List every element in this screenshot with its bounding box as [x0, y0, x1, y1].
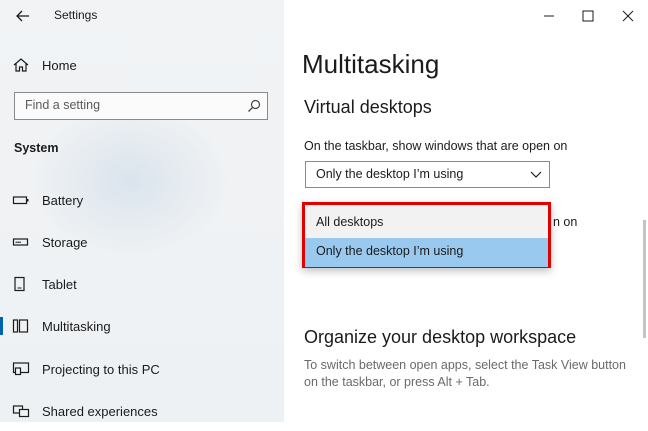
- storage-icon: [12, 238, 29, 246]
- sidebar-home-label: Home: [42, 57, 77, 73]
- sidebar-item-home[interactable]: Home: [0, 45, 284, 85]
- search-icon: [248, 99, 261, 112]
- back-button[interactable]: [12, 6, 34, 26]
- sidebar-item-projecting[interactable]: Projecting to this PC: [0, 349, 284, 389]
- section-title-virtual-desktops: Virtual desktops: [304, 97, 432, 117]
- partially-hidden-label: n on: [553, 215, 578, 229]
- back-arrow-icon: [16, 10, 29, 22]
- sidebar-item-label: Tablet: [42, 276, 77, 292]
- section-description: To switch between open apps, select the …: [304, 358, 626, 389]
- dropdown-selected-value: Only the desktop I’m using: [316, 167, 464, 181]
- sidebar-item-shared-experiences[interactable]: Shared experiences: [0, 391, 284, 431]
- sidebar-item-multitasking[interactable]: Multitasking: [0, 306, 284, 346]
- dropdown-menu: All desktops Only the desktop I’m using: [302, 202, 551, 268]
- sidebar: Settings Home Find a setting System Batt…: [0, 0, 284, 422]
- title-bar: Settings: [0, 0, 284, 32]
- scrollbar[interactable]: [643, 220, 646, 338]
- search-placeholder: Find a setting: [25, 98, 101, 112]
- multitasking-icon: [12, 319, 29, 333]
- sidebar-item-label: Storage: [42, 234, 88, 250]
- battery-icon: [12, 196, 29, 205]
- sidebar-item-label: Multitasking: [42, 318, 111, 334]
- sidebar-item-label: Battery: [42, 192, 84, 208]
- page-title: Multitasking: [302, 49, 440, 79]
- home-icon: [13, 58, 29, 72]
- sidebar-item-storage[interactable]: Storage: [0, 222, 284, 262]
- chevron-down-icon: [530, 171, 542, 178]
- close-icon: [622, 10, 634, 22]
- option-label: All desktops: [316, 215, 384, 229]
- shared-experiences-icon: [12, 405, 30, 418]
- taskbar-windows-dropdown[interactable]: Only the desktop I’m using: [305, 161, 550, 188]
- projecting-icon: [12, 362, 30, 376]
- tablet-icon: [14, 276, 25, 292]
- close-button[interactable]: [604, 2, 648, 30]
- sidebar-item-label: Projecting to this PC: [42, 361, 160, 377]
- taskbar-setting-label: On the taskbar, show windows that are op…: [304, 139, 568, 153]
- section-title-organize: Organize your desktop workspace: [304, 327, 577, 347]
- sidebar-group-label: System: [14, 141, 59, 155]
- option-label: Only the desktop I’m using: [316, 244, 464, 258]
- search-input[interactable]: Find a setting: [14, 92, 268, 120]
- app-title: Settings: [54, 8, 98, 22]
- option-only-this-desktop[interactable]: Only the desktop I’m using: [305, 238, 548, 267]
- sidebar-item-battery[interactable]: Battery: [0, 180, 284, 220]
- sidebar-item-tablet[interactable]: Tablet: [0, 264, 284, 304]
- option-all-desktops[interactable]: All desktops: [305, 209, 548, 238]
- selected-indicator: [0, 317, 3, 335]
- sidebar-item-label: Shared experiences: [42, 403, 158, 419]
